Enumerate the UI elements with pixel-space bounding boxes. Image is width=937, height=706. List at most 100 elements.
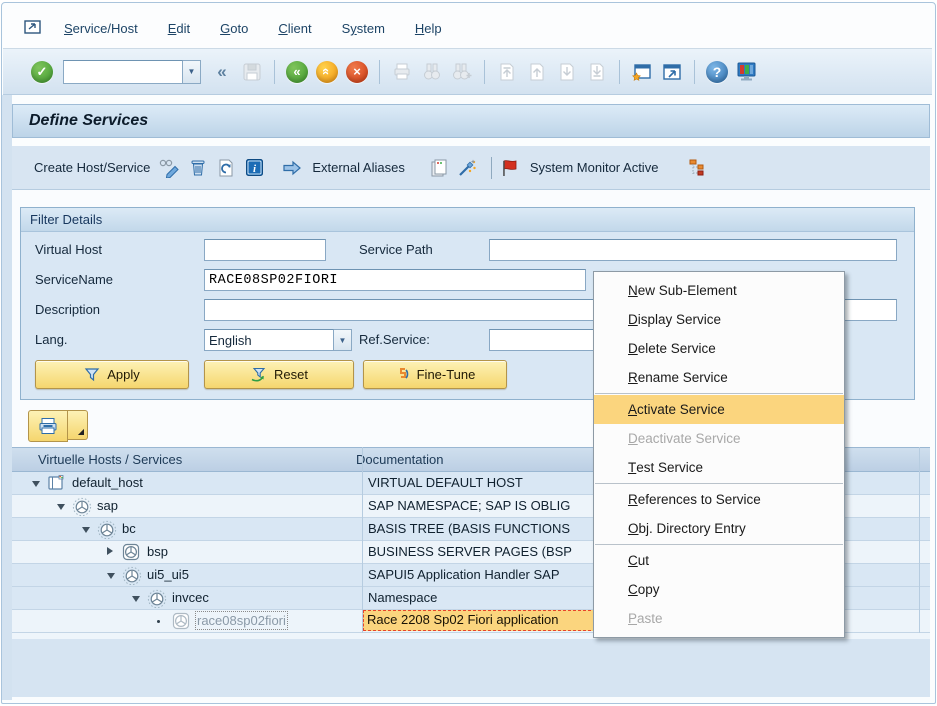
system-menu-icon[interactable] bbox=[23, 18, 43, 39]
info-icon[interactable]: i bbox=[242, 155, 266, 181]
find-icon[interactable] bbox=[419, 59, 445, 85]
new-session-icon[interactable] bbox=[629, 59, 655, 85]
node-label[interactable]: ui5_ui5 bbox=[147, 567, 189, 582]
first-page-icon[interactable] bbox=[494, 59, 520, 85]
print-button[interactable] bbox=[28, 410, 68, 442]
continue-icon[interactable]: ✓ bbox=[29, 59, 55, 85]
monitor-flag-icon[interactable] bbox=[498, 155, 522, 181]
expand-collapse-icon[interactable] bbox=[32, 481, 40, 487]
previous-page-icon[interactable] bbox=[524, 59, 550, 85]
namespace-icon bbox=[72, 497, 92, 520]
context-menu-item-cut[interactable]: Cut bbox=[594, 546, 844, 575]
namespace-icon bbox=[147, 589, 167, 612]
context-menu-item-test-service[interactable]: Test Service bbox=[594, 453, 844, 482]
column-header-hosts-services[interactable]: Virtuelle Hosts / Services bbox=[38, 452, 182, 467]
menubar-item-goto[interactable]: Goto bbox=[205, 17, 263, 40]
context-menu-item-obj-directory-entry[interactable]: Obj. Directory Entry bbox=[594, 514, 844, 543]
context-menu-item-paste: Paste bbox=[594, 604, 844, 633]
context-menu-item-delete-service[interactable]: Delete Service bbox=[594, 334, 844, 363]
menubar-item-system[interactable]: System bbox=[327, 17, 400, 40]
expand-collapse-icon[interactable] bbox=[132, 596, 140, 602]
apply-button[interactable]: Apply bbox=[35, 360, 189, 389]
reset-label: Reset bbox=[274, 367, 308, 382]
wizard-icon[interactable] bbox=[455, 155, 479, 181]
exit-icon[interactable]: « bbox=[314, 59, 340, 85]
language-select[interactable]: English ▼ bbox=[204, 329, 352, 351]
virtual-host-label: Virtual Host bbox=[35, 242, 102, 257]
documentation-cell[interactable]: VIRTUAL DEFAULT HOST bbox=[368, 475, 523, 490]
last-page-icon[interactable] bbox=[584, 59, 610, 85]
filter-icon bbox=[84, 367, 101, 382]
expand-collapse-icon[interactable] bbox=[82, 527, 90, 533]
next-page-icon[interactable] bbox=[554, 59, 580, 85]
expand-collapse-icon[interactable] bbox=[57, 504, 65, 510]
column-divider-2[interactable] bbox=[919, 447, 920, 633]
context-menu-item-new-sub-element[interactable]: New Sub-Element bbox=[594, 276, 844, 305]
node-label[interactable]: bc bbox=[122, 521, 136, 536]
customize-layout-icon[interactable] bbox=[734, 59, 760, 85]
reset-button[interactable]: Reset bbox=[204, 360, 354, 389]
fine-tune-icon bbox=[395, 367, 411, 382]
menubar-item-edit[interactable]: Edit bbox=[153, 17, 205, 40]
help-icon[interactable]: ? bbox=[704, 59, 730, 85]
context-menu-item-copy[interactable]: Copy bbox=[594, 575, 844, 604]
documentation-cell[interactable]: SAPUI5 Application Handler SAP bbox=[368, 567, 560, 582]
expand-collapse-icon[interactable] bbox=[107, 573, 115, 579]
menubar-item-help[interactable]: Help bbox=[400, 17, 457, 40]
context-menu-item-rename-service[interactable]: Rename Service bbox=[594, 363, 844, 392]
log-icon[interactable] bbox=[427, 155, 451, 181]
documentation-cell[interactable]: SAP NAMESPACE; SAP IS OBLIG bbox=[368, 498, 570, 513]
cancel-icon[interactable]: × bbox=[344, 59, 370, 85]
command-field-dropdown-icon[interactable]: ▼ bbox=[183, 60, 201, 84]
fine-tune-button[interactable]: Fine-Tune bbox=[363, 360, 507, 389]
delete-icon[interactable] bbox=[186, 155, 210, 181]
column-divider-1[interactable] bbox=[362, 447, 363, 633]
save-icon[interactable] bbox=[239, 59, 265, 85]
menubar-item-client[interactable]: Client bbox=[263, 17, 326, 40]
service-path-input[interactable] bbox=[489, 239, 897, 261]
node-label[interactable]: sap bbox=[97, 498, 118, 513]
column-header-documentation[interactable]: Documentation bbox=[356, 452, 443, 467]
ref-service-input[interactable] bbox=[489, 329, 597, 351]
external-alias-arrow-icon[interactable] bbox=[280, 155, 304, 181]
context-menu-item-activate-service[interactable]: Activate Service bbox=[594, 395, 844, 424]
virtual-host-input[interactable] bbox=[204, 239, 326, 261]
toolbar-separator bbox=[619, 60, 620, 84]
dropdown-corner-icon: ◢ bbox=[78, 427, 84, 436]
find-next-icon[interactable] bbox=[449, 59, 475, 85]
language-dropdown-icon[interactable]: ▼ bbox=[334, 329, 352, 351]
documentation-cell[interactable]: BUSINESS SERVER PAGES (BSP bbox=[368, 544, 572, 559]
collapse-icon[interactable]: « bbox=[209, 59, 235, 85]
node-label[interactable]: default_host bbox=[72, 475, 143, 490]
service-icon bbox=[122, 543, 140, 564]
external-aliases-button[interactable]: External Aliases bbox=[306, 157, 411, 178]
documentation-cell[interactable]: Namespace bbox=[368, 590, 437, 605]
menubar-item-service-host[interactable]: Service/Host bbox=[49, 17, 153, 40]
service-name-input[interactable] bbox=[204, 269, 586, 291]
namespace-icon bbox=[122, 566, 142, 589]
print-options-dropdown[interactable]: ◢ bbox=[68, 410, 88, 440]
back-icon[interactable]: « bbox=[284, 59, 310, 85]
context-menu-separator bbox=[595, 483, 843, 484]
context-menu-item-references-to-service[interactable]: References to Service bbox=[594, 485, 844, 514]
shortcut-icon[interactable] bbox=[659, 59, 685, 85]
selected-documentation-cell[interactable]: Race 2208 Sp02 Fiori application bbox=[363, 610, 601, 631]
hierarchy-icon[interactable] bbox=[684, 155, 708, 181]
ref-service-label: Ref.Service: bbox=[359, 332, 430, 347]
context-menu-item-display-service[interactable]: Display Service bbox=[594, 305, 844, 334]
print-icon[interactable] bbox=[389, 59, 415, 85]
display-change-icon[interactable] bbox=[158, 155, 182, 181]
service-path-label: Service Path bbox=[359, 242, 433, 257]
create-host-service-button[interactable]: Create Host/Service bbox=[28, 157, 156, 178]
refresh-icon[interactable] bbox=[214, 155, 238, 181]
command-field-input[interactable] bbox=[63, 60, 183, 84]
toolbar-separator bbox=[274, 60, 275, 84]
expand-collapse-icon[interactable] bbox=[107, 547, 113, 555]
node-label[interactable]: bsp bbox=[147, 544, 168, 559]
node-label[interactable]: race08sp02fiori bbox=[197, 613, 286, 628]
language-label: Lang. bbox=[35, 332, 68, 347]
documentation-cell[interactable]: BASIS TREE (BASIS FUNCTIONS bbox=[368, 521, 570, 536]
command-field[interactable]: ▼ bbox=[63, 60, 201, 84]
node-label[interactable]: invcec bbox=[172, 590, 209, 605]
title-bar: Define Services bbox=[12, 104, 930, 138]
